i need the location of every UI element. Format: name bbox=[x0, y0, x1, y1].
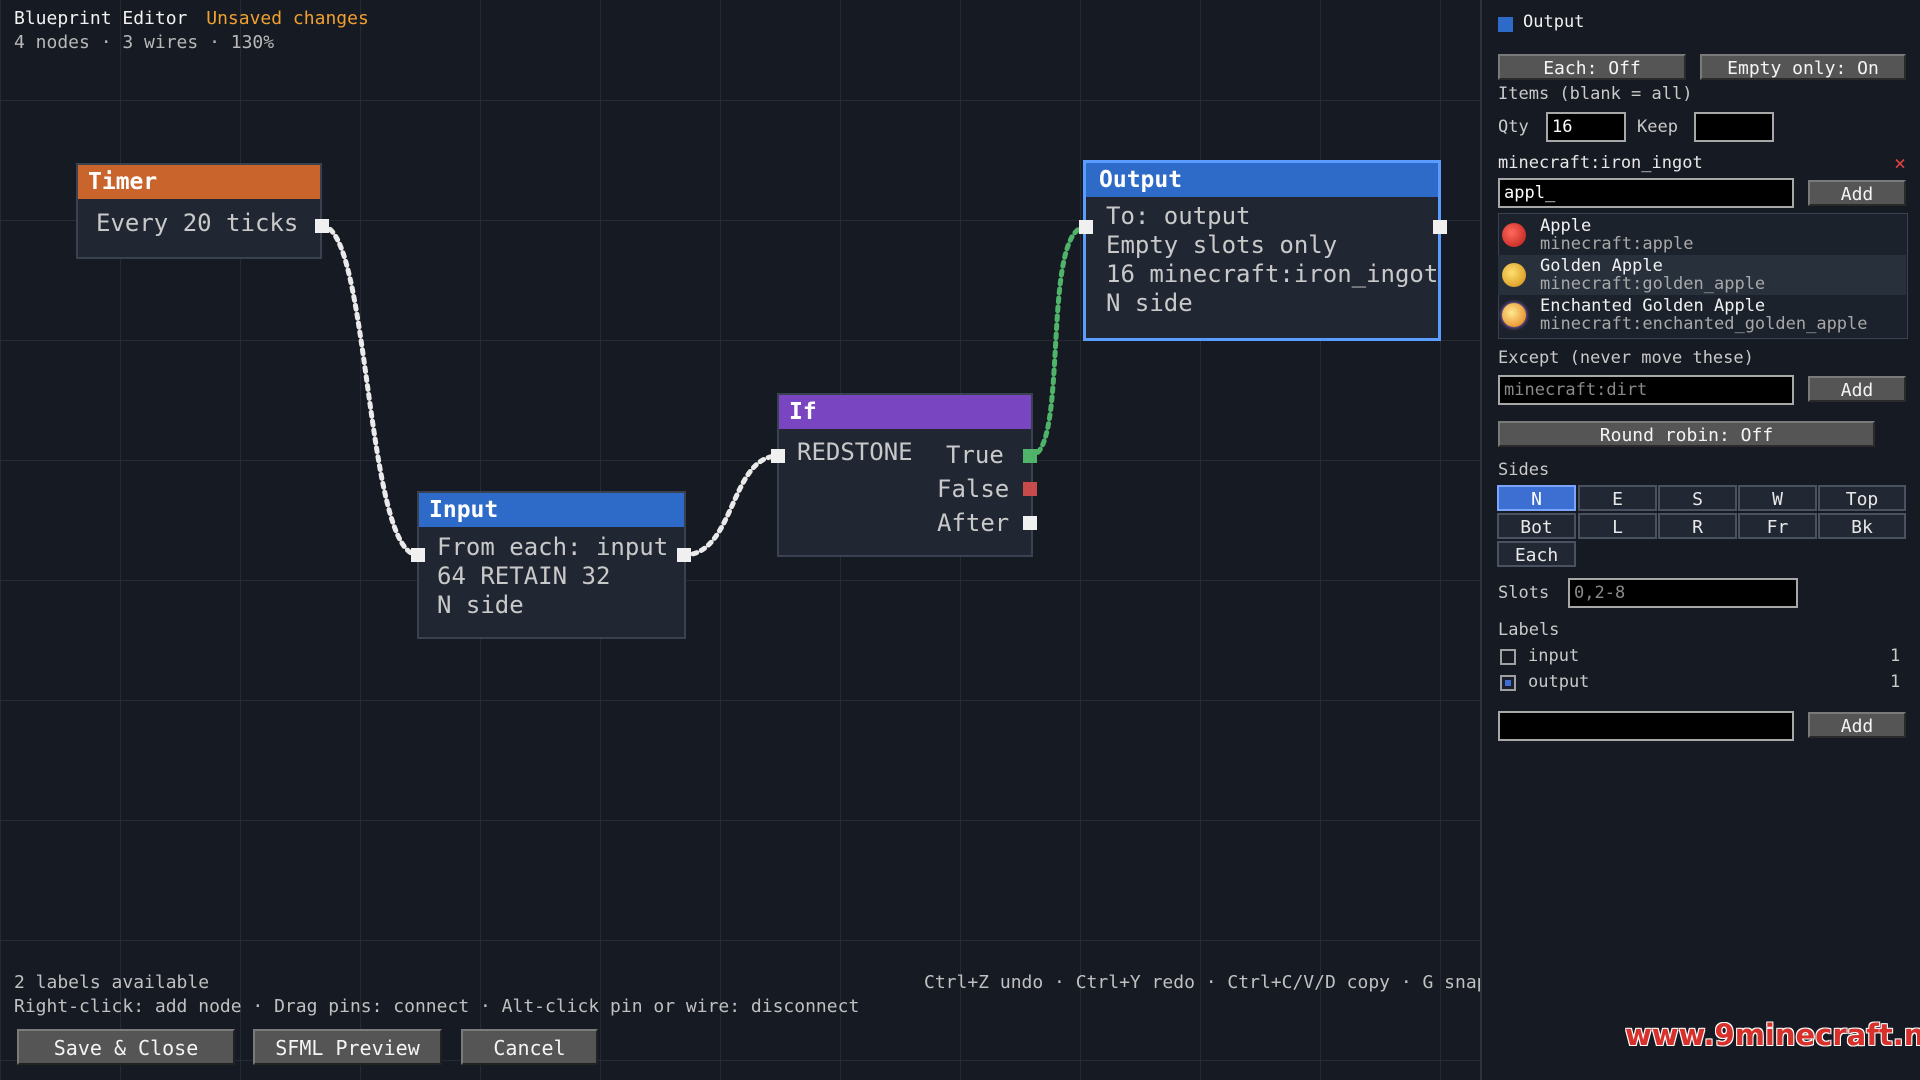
help-text: Right-click: add node · Drag pins: conne… bbox=[14, 996, 860, 1017]
if-false-label: False bbox=[937, 475, 1010, 503]
slots-input[interactable]: 0,2-8 bbox=[1568, 578, 1798, 608]
if-after-label: After bbox=[937, 509, 1010, 537]
labels-label: Labels bbox=[1498, 620, 1560, 640]
slots-label: Slots bbox=[1498, 583, 1550, 603]
new-label-input[interactable] bbox=[1498, 711, 1794, 741]
label-name-input: input bbox=[1528, 646, 1580, 666]
label-count-output: 1 bbox=[1890, 672, 1901, 692]
keep-label: Keep bbox=[1637, 117, 1678, 137]
side-top-button[interactable]: Top bbox=[1818, 485, 1906, 511]
wire-if-true-to-output[interactable] bbox=[1027, 224, 1089, 459]
timer-node-interval: Every 20 ticks bbox=[96, 209, 299, 237]
suggestion-item[interactable]: Apple minecraft:apple bbox=[1498, 215, 1906, 255]
if-after-pin[interactable] bbox=[1023, 516, 1037, 530]
if-condition: REDSTONE bbox=[797, 438, 913, 466]
if-true-label: True bbox=[946, 441, 1004, 469]
input-node-amount: 64 RETAIN 32 bbox=[437, 562, 611, 590]
apple-icon bbox=[1502, 223, 1526, 247]
if-in-pin[interactable] bbox=[771, 449, 785, 463]
side-n-button[interactable]: N bbox=[1497, 485, 1576, 511]
inspector-title: Output bbox=[1523, 12, 1585, 32]
save-close-button[interactable]: Save & Close bbox=[17, 1029, 235, 1065]
label-name-output: output bbox=[1528, 672, 1590, 692]
if-node-header: If bbox=[779, 395, 1031, 429]
input-node-side: N side bbox=[437, 591, 524, 619]
input-in-pin[interactable] bbox=[411, 548, 425, 562]
item-entry: minecraft:iron_ingot bbox=[1498, 153, 1703, 173]
labels-available: 2 labels available bbox=[14, 972, 210, 993]
item-search-input[interactable]: appl_ bbox=[1498, 178, 1794, 208]
enchanted-golden-apple-icon bbox=[1502, 303, 1526, 327]
round-robin-button[interactable]: Round robin: Off bbox=[1498, 421, 1875, 447]
inspector-panel: Output Each: Off Empty only: On Items (b… bbox=[1480, 0, 1920, 1080]
blueprint-canvas[interactable]: Blueprint Editor Unsaved changes 4 nodes… bbox=[0, 0, 1488, 1080]
shortcut-hints: Ctrl+Z undo · Ctrl+Y redo · Ctrl+C/V/D c… bbox=[924, 972, 1488, 993]
qty-input[interactable]: 16 bbox=[1546, 112, 1626, 142]
timer-node[interactable]: Timer Every 20 ticks bbox=[76, 163, 322, 259]
output-out-pin[interactable] bbox=[1433, 220, 1447, 234]
input-node[interactable]: Input From each: input 64 RETAIN 32 N si… bbox=[417, 491, 686, 639]
if-false-pin[interactable] bbox=[1023, 482, 1037, 496]
sfml-preview-button[interactable]: SFML Preview bbox=[253, 1029, 442, 1065]
items-label: Items (blank = all) bbox=[1498, 84, 1693, 104]
timer-out-pin[interactable] bbox=[315, 219, 329, 233]
side-l-button[interactable]: L bbox=[1578, 513, 1657, 539]
side-bot-button[interactable]: Bot bbox=[1497, 513, 1576, 539]
add-item-button[interactable]: Add bbox=[1808, 180, 1906, 206]
side-fr-button[interactable]: Fr bbox=[1738, 513, 1817, 539]
golden-apple-icon bbox=[1502, 263, 1526, 287]
timer-node-header: Timer bbox=[78, 165, 320, 199]
sides-label: Sides bbox=[1498, 460, 1550, 480]
suggestion-item[interactable]: Enchanted Golden Apple minecraft:enchant… bbox=[1498, 295, 1906, 335]
side-each-button[interactable]: Each bbox=[1497, 541, 1576, 567]
label-checkbox-input[interactable] bbox=[1500, 649, 1516, 665]
qty-label: Qty bbox=[1498, 117, 1529, 137]
side-r-button[interactable]: R bbox=[1658, 513, 1737, 539]
empty-only-toggle-button[interactable]: Empty only: On bbox=[1700, 54, 1906, 80]
suggestion-item[interactable]: Golden Apple minecraft:golden_apple bbox=[1498, 255, 1906, 295]
side-bk-button[interactable]: Bk bbox=[1818, 513, 1906, 539]
unsaved-status: Unsaved changes bbox=[206, 8, 369, 29]
if-true-pin[interactable] bbox=[1023, 449, 1037, 463]
remove-item-icon[interactable]: × bbox=[1894, 151, 1906, 175]
except-label: Except (never move these) bbox=[1498, 348, 1754, 368]
side-e-button[interactable]: E bbox=[1578, 485, 1657, 511]
editor-title: Blueprint Editor bbox=[14, 8, 188, 29]
output-node-mode: Empty slots only bbox=[1106, 231, 1338, 259]
node-color-icon bbox=[1498, 17, 1513, 32]
output-node-item: 16 minecraft:iron_ingot bbox=[1106, 260, 1439, 288]
add-except-button[interactable]: Add bbox=[1808, 376, 1906, 402]
wire-timer-to-input[interactable] bbox=[319, 223, 421, 558]
side-s-button[interactable]: S bbox=[1658, 485, 1737, 511]
label-checkbox-output[interactable] bbox=[1500, 675, 1516, 691]
add-label-button[interactable]: Add bbox=[1808, 712, 1906, 738]
each-toggle-button[interactable]: Each: Off bbox=[1498, 54, 1686, 80]
side-w-button[interactable]: W bbox=[1738, 485, 1817, 511]
editor-title-bar: Blueprint Editor Unsaved changes bbox=[14, 8, 369, 29]
output-in-pin[interactable] bbox=[1079, 220, 1093, 234]
site-watermark: www.9minecraft.net bbox=[1625, 1018, 1920, 1052]
except-input[interactable]: minecraft:dirt bbox=[1498, 375, 1794, 405]
label-count-input: 1 bbox=[1890, 646, 1901, 666]
keep-input[interactable] bbox=[1694, 112, 1774, 142]
output-node-side: N side bbox=[1106, 289, 1193, 317]
input-out-pin[interactable] bbox=[677, 548, 691, 562]
output-node-header: Output bbox=[1086, 163, 1438, 197]
input-node-header: Input bbox=[419, 493, 684, 527]
output-node-target: To: output bbox=[1106, 202, 1251, 230]
wire-input-to-if[interactable] bbox=[681, 453, 781, 558]
graph-stats: 4 nodes · 3 wires · 130% bbox=[14, 32, 275, 53]
output-node[interactable]: Output To: output Empty slots only 16 mi… bbox=[1083, 160, 1441, 341]
cancel-button[interactable]: Cancel bbox=[461, 1029, 598, 1065]
input-node-source: From each: input bbox=[437, 533, 669, 561]
